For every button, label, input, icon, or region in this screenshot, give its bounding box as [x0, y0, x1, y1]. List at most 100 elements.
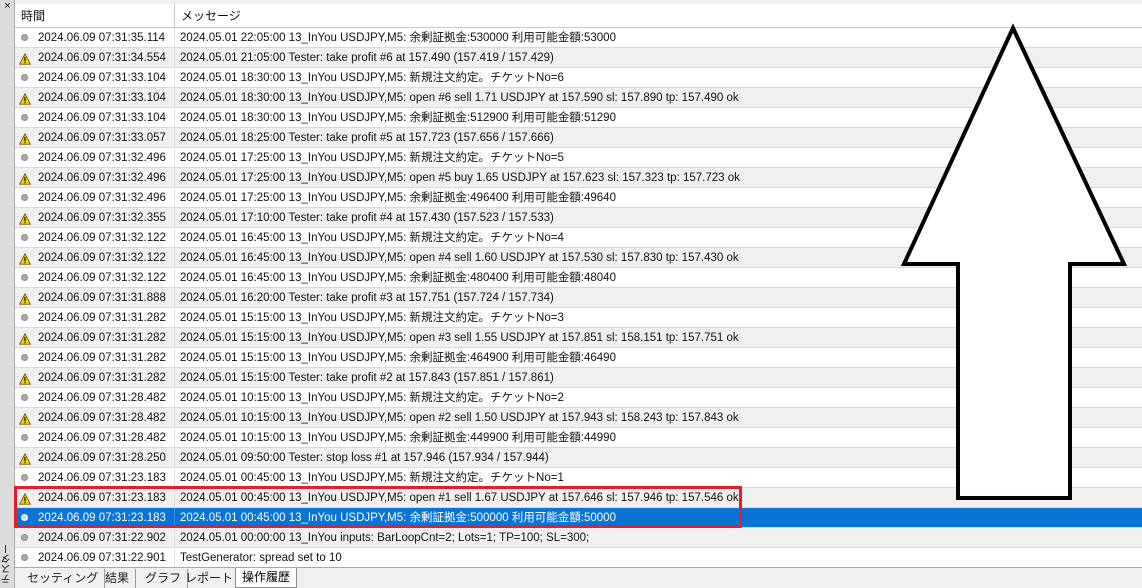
column-separator — [174, 408, 175, 428]
table-row[interactable]: 2024.06.09 07:31:22.902 2024.05.01 00:00:… — [15, 528, 1142, 548]
row-time: 2024.06.09 07:31:22.902 — [38, 532, 166, 544]
info-dot-icon — [19, 312, 31, 324]
row-time: 2024.06.09 07:31:28.482 — [38, 392, 166, 404]
column-separator — [174, 168, 175, 188]
row-message: 2024.05.01 16:45:00 13_InYou USDJPY,M5: … — [180, 232, 564, 244]
table-row[interactable]: 2024.06.09 07:31:32.122 2024.05.01 16:45:… — [15, 268, 1142, 288]
column-separator — [174, 308, 175, 328]
tab-3[interactable]: レポート — [179, 569, 239, 588]
info-dot-icon — [19, 232, 31, 244]
table-row[interactable]: 2024.06.09 07:31:32.355 2024.05.01 17:10:… — [15, 208, 1142, 228]
table-row[interactable]: 2024.06.09 07:31:33.104 2024.05.01 18:30:… — [15, 108, 1142, 128]
table-row[interactable]: 2024.06.09 07:31:23.183 2024.05.01 00:45:… — [15, 508, 1142, 528]
row-time: 2024.06.09 07:31:23.183 — [38, 492, 166, 504]
column-separator — [174, 68, 175, 88]
table-row[interactable]: 2024.06.09 07:31:32.496 2024.05.01 17:25:… — [15, 148, 1142, 168]
row-message: 2024.05.01 22:05:00 13_InYou USDJPY,M5: … — [180, 32, 616, 44]
column-header: 時間 メッセージ — [15, 4, 1142, 28]
info-dot-icon — [19, 512, 31, 524]
column-separator — [174, 48, 175, 68]
table-row[interactable]: 2024.06.09 07:31:32.122 2024.05.01 16:45:… — [15, 228, 1142, 248]
table-row[interactable]: 2024.06.09 07:31:32.122 2024.05.01 16:45:… — [15, 248, 1142, 268]
row-message: 2024.05.01 21:05:00 Tester: take profit … — [180, 52, 554, 64]
tester-sidebar: × テスター — [0, 0, 15, 588]
row-time: 2024.06.09 07:31:32.496 — [38, 152, 166, 164]
row-message: 2024.05.01 15:15:00 13_InYou USDJPY,M5: … — [180, 332, 739, 344]
table-row[interactable]: 2024.06.09 07:31:33.104 2024.05.01 18:30:… — [15, 88, 1142, 108]
column-separator — [174, 288, 175, 308]
warning-icon — [18, 292, 32, 305]
row-message: 2024.05.01 17:25:00 13_InYou USDJPY,M5: … — [180, 152, 564, 164]
table-row[interactable]: 2024.06.09 07:31:34.554 2024.05.01 21:05:… — [15, 48, 1142, 68]
row-message: 2024.05.01 16:45:00 13_InYou USDJPY,M5: … — [180, 272, 616, 284]
column-header-message[interactable]: メッセージ — [175, 4, 1142, 28]
table-row[interactable]: 2024.06.09 07:31:31.888 2024.05.01 16:20:… — [15, 288, 1142, 308]
row-message: 2024.05.01 15:15:00 13_InYou USDJPY,M5: … — [180, 312, 564, 324]
column-separator — [174, 368, 175, 388]
table-row[interactable]: 2024.06.09 07:31:35.114 2024.05.01 22:05:… — [15, 28, 1142, 48]
row-time: 2024.06.09 07:31:32.122 — [38, 252, 166, 264]
row-message: 2024.05.01 17:10:00 Tester: take profit … — [180, 212, 554, 224]
column-separator — [174, 528, 175, 548]
row-message: 2024.05.01 00:45:00 13_InYou USDJPY,M5: … — [180, 492, 739, 504]
table-row[interactable]: 2024.06.09 07:31:32.496 2024.05.01 17:25:… — [15, 168, 1142, 188]
row-message: TestGenerator: spread set to 10 — [180, 552, 342, 564]
table-row[interactable]: 2024.06.09 07:31:31.282 2024.05.01 15:15:… — [15, 368, 1142, 388]
table-row[interactable]: 2024.06.09 07:31:28.482 2024.05.01 10:15:… — [15, 388, 1142, 408]
sidebar-title: テスター — [2, 544, 13, 584]
table-row[interactable]: 2024.06.09 07:31:31.282 2024.05.01 15:15:… — [15, 308, 1142, 328]
table-row[interactable]: 2024.06.09 07:31:28.482 2024.05.01 10:15:… — [15, 408, 1142, 428]
row-time: 2024.06.09 07:31:31.888 — [38, 292, 166, 304]
row-time: 2024.06.09 07:31:33.057 — [38, 132, 166, 144]
column-separator — [174, 188, 175, 208]
row-message: 2024.05.01 17:25:00 13_InYou USDJPY,M5: … — [180, 192, 616, 204]
warning-icon — [18, 492, 32, 505]
row-message: 2024.05.01 15:15:00 13_InYou USDJPY,M5: … — [180, 352, 616, 364]
table-row[interactable]: 2024.06.09 07:31:32.496 2024.05.01 17:25:… — [15, 188, 1142, 208]
table-row[interactable]: 2024.06.09 07:31:31.282 2024.05.01 15:15:… — [15, 328, 1142, 348]
row-time: 2024.06.09 07:31:31.282 — [38, 372, 166, 384]
tab-0[interactable]: セッティング — [21, 569, 106, 588]
tab-1[interactable]: 結果 — [99, 569, 137, 588]
row-message: 2024.05.01 16:20:00 Tester: take profit … — [180, 292, 554, 304]
row-time: 2024.06.09 07:31:31.282 — [38, 332, 166, 344]
row-time: 2024.06.09 07:31:32.122 — [38, 272, 166, 284]
row-message: 2024.05.01 16:45:00 13_InYou USDJPY,M5: … — [180, 252, 739, 264]
column-separator — [174, 128, 175, 148]
column-separator — [174, 508, 175, 528]
column-separator — [174, 88, 175, 108]
row-time: 2024.06.09 07:31:33.104 — [38, 92, 166, 104]
row-time: 2024.06.09 07:31:31.282 — [38, 312, 166, 324]
row-time: 2024.06.09 07:31:28.250 — [38, 452, 166, 464]
warning-icon — [18, 132, 32, 145]
row-time: 2024.06.09 07:31:23.183 — [38, 512, 166, 524]
info-dot-icon — [19, 72, 31, 84]
warning-icon — [18, 252, 32, 265]
row-time: 2024.06.09 07:31:33.104 — [38, 72, 166, 84]
row-time: 2024.06.09 07:31:35.114 — [38, 32, 166, 44]
column-separator — [174, 208, 175, 228]
table-row[interactable]: 2024.06.09 07:31:22.901 TestGenerator: sp… — [15, 548, 1142, 567]
column-separator — [174, 488, 175, 508]
column-header-time[interactable]: 時間 — [15, 4, 175, 28]
info-dot-icon — [19, 552, 31, 564]
close-icon[interactable]: × — [2, 1, 13, 12]
tab-4[interactable]: 操作履歴 — [235, 568, 298, 588]
info-dot-icon — [19, 532, 31, 544]
table-row[interactable]: 2024.06.09 07:31:28.250 2024.05.01 09:50:… — [15, 448, 1142, 468]
row-time: 2024.06.09 07:31:33.104 — [38, 112, 166, 124]
row-message: 2024.05.01 18:25:00 Tester: take profit … — [180, 132, 554, 144]
column-separator — [174, 108, 175, 128]
row-message: 2024.05.01 18:30:00 13_InYou USDJPY,M5: … — [180, 72, 564, 84]
table-row[interactable]: 2024.06.09 07:31:31.282 2024.05.01 15:15:… — [15, 348, 1142, 368]
journal-panel: 時間 メッセージ 2024.06.09 07:31:35.114 2024.05.… — [15, 0, 1142, 567]
table-row[interactable]: 2024.06.09 07:31:33.104 2024.05.01 18:30:… — [15, 68, 1142, 88]
table-row[interactable]: 2024.06.09 07:31:28.482 2024.05.01 10:15:… — [15, 428, 1142, 448]
warning-icon — [18, 212, 32, 225]
table-row[interactable]: 2024.06.09 07:31:33.057 2024.05.01 18:25:… — [15, 128, 1142, 148]
column-separator — [174, 468, 175, 488]
table-row[interactable]: 2024.06.09 07:31:23.183 2024.05.01 00:45:… — [15, 488, 1142, 508]
warning-icon — [18, 172, 32, 185]
table-row[interactable]: 2024.06.09 07:31:23.183 2024.05.01 00:45:… — [15, 468, 1142, 488]
column-separator — [174, 348, 175, 368]
